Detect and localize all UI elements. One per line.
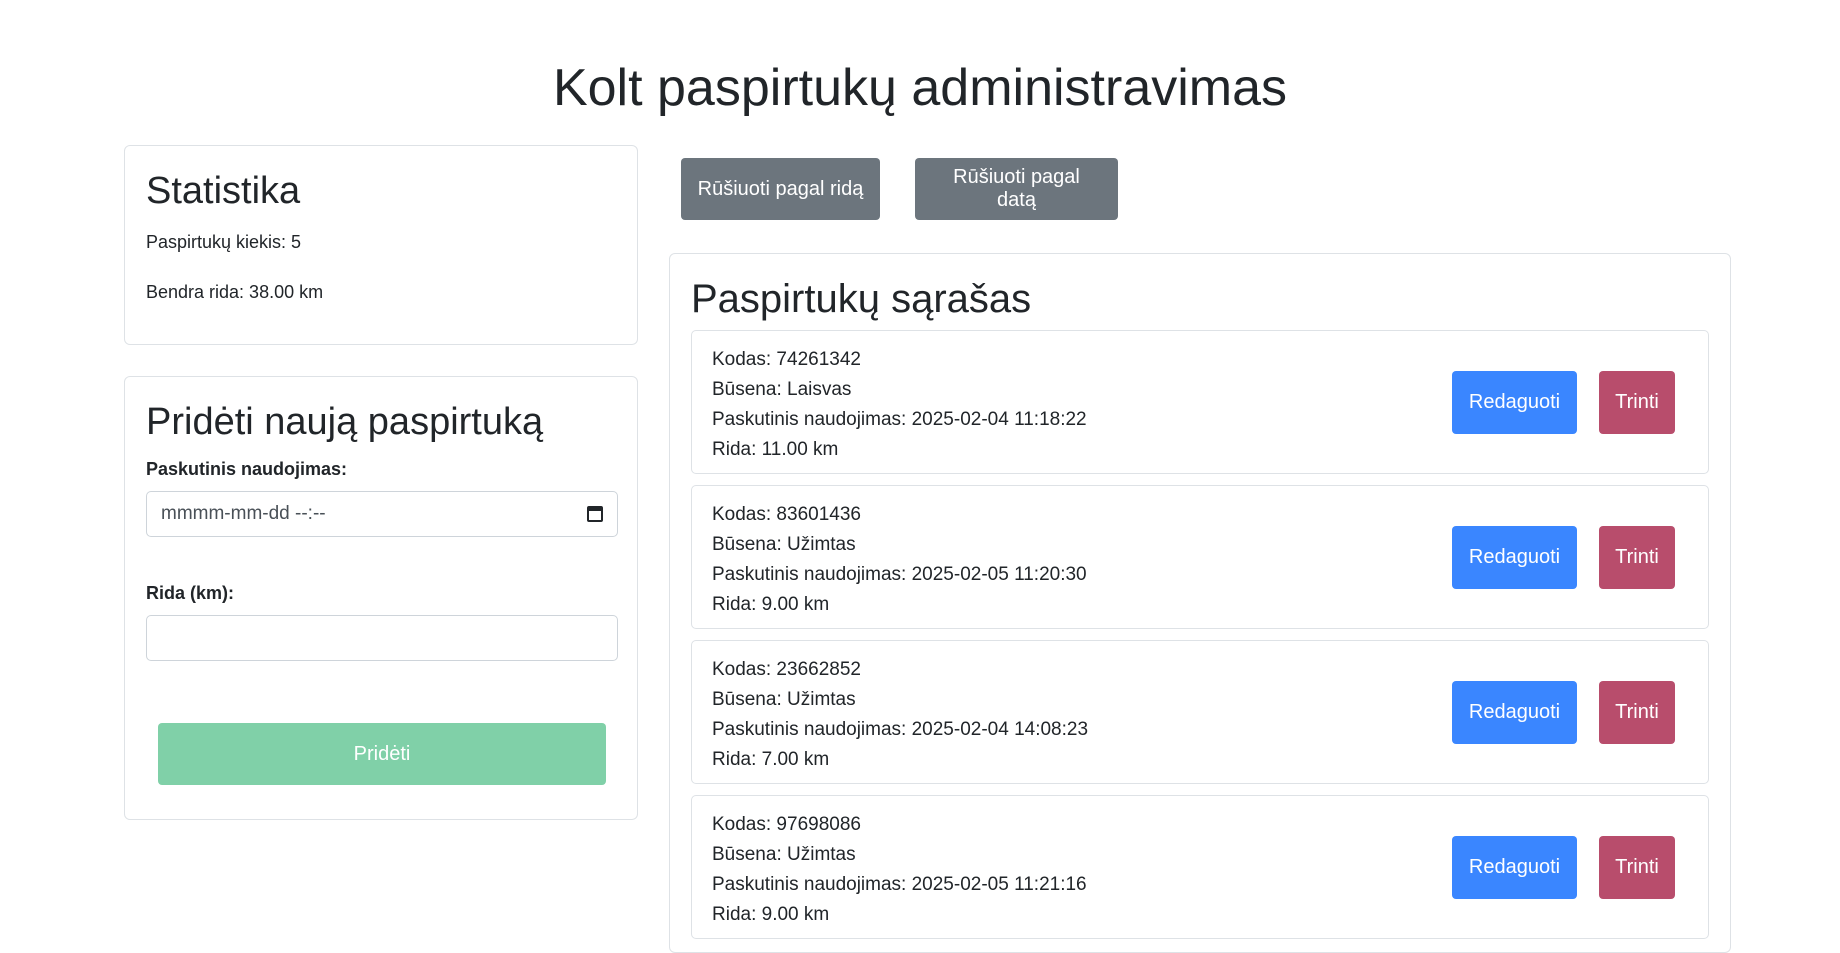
mileage-label: Rida (km): <box>146 583 235 603</box>
mileage-input[interactable] <box>146 615 618 661</box>
sort-by-mileage-button[interactable]: Rūšiuoti pagal ridą <box>681 158 880 220</box>
page-title: Kolt paspirtukų administravimas <box>552 59 1288 117</box>
scooter-item: Kodas: 97698086 Būsena: Užimtas Paskutin… <box>691 795 1709 939</box>
add-scooter-title: Pridėti naują paspirtuką <box>146 401 544 443</box>
delete-button[interactable]: Trinti <box>1599 371 1675 434</box>
edit-button[interactable]: Redaguoti <box>1452 836 1577 899</box>
total-mileage: Bendra rida: 38.00 km <box>146 282 324 302</box>
scooter-list-title: Paspirtukų sąrašas <box>691 277 1032 321</box>
scooter-mileage: Rida: 7.00 km <box>712 749 830 770</box>
scooter-item: Kodas: 23662852 Būsena: Užimtas Paskutin… <box>691 640 1709 784</box>
sort-by-date-button[interactable]: Rūšiuoti pagal datą <box>915 158 1118 220</box>
edit-button[interactable]: Redaguoti <box>1452 681 1577 744</box>
add-button[interactable]: Pridėti <box>158 723 606 785</box>
scooter-mileage: Rida: 9.00 km <box>712 594 830 615</box>
last-use-input[interactable]: mmmm-mm-dd --:-- <box>146 491 618 537</box>
scooter-mileage: Rida: 9.00 km <box>712 904 830 925</box>
delete-button[interactable]: Trinti <box>1599 681 1675 744</box>
scooter-list-card: Paspirtukų sąrašas Kodas: 74261342 Būsen… <box>669 253 1731 953</box>
add-scooter-card: Pridėti naują paspirtuką Paskutinis naud… <box>124 376 638 820</box>
scooter-mileage: Rida: 11.00 km <box>712 439 839 460</box>
last-use-label: Paskutinis naudojimas: <box>146 459 348 479</box>
edit-button[interactable]: Redaguoti <box>1452 371 1577 434</box>
scooter-count: Paspirtukų kiekis: 5 <box>146 232 302 252</box>
calendar-icon[interactable] <box>587 506 603 522</box>
edit-button[interactable]: Redaguoti <box>1452 526 1577 589</box>
statistics-title: Statistika <box>146 170 301 212</box>
statistics-card: Statistika Paspirtukų kiekis: 5 Bendra r… <box>124 145 638 345</box>
scooter-item: Kodas: 83601436 Būsena: Užimtas Paskutin… <box>691 485 1709 629</box>
delete-button[interactable]: Trinti <box>1599 836 1675 899</box>
last-use-placeholder: mmmm-mm-dd --:-- <box>161 503 326 524</box>
delete-button[interactable]: Trinti <box>1599 526 1675 589</box>
scooter-item: Kodas: 74261342 Būsena: Laisvas Paskutin… <box>691 330 1709 474</box>
